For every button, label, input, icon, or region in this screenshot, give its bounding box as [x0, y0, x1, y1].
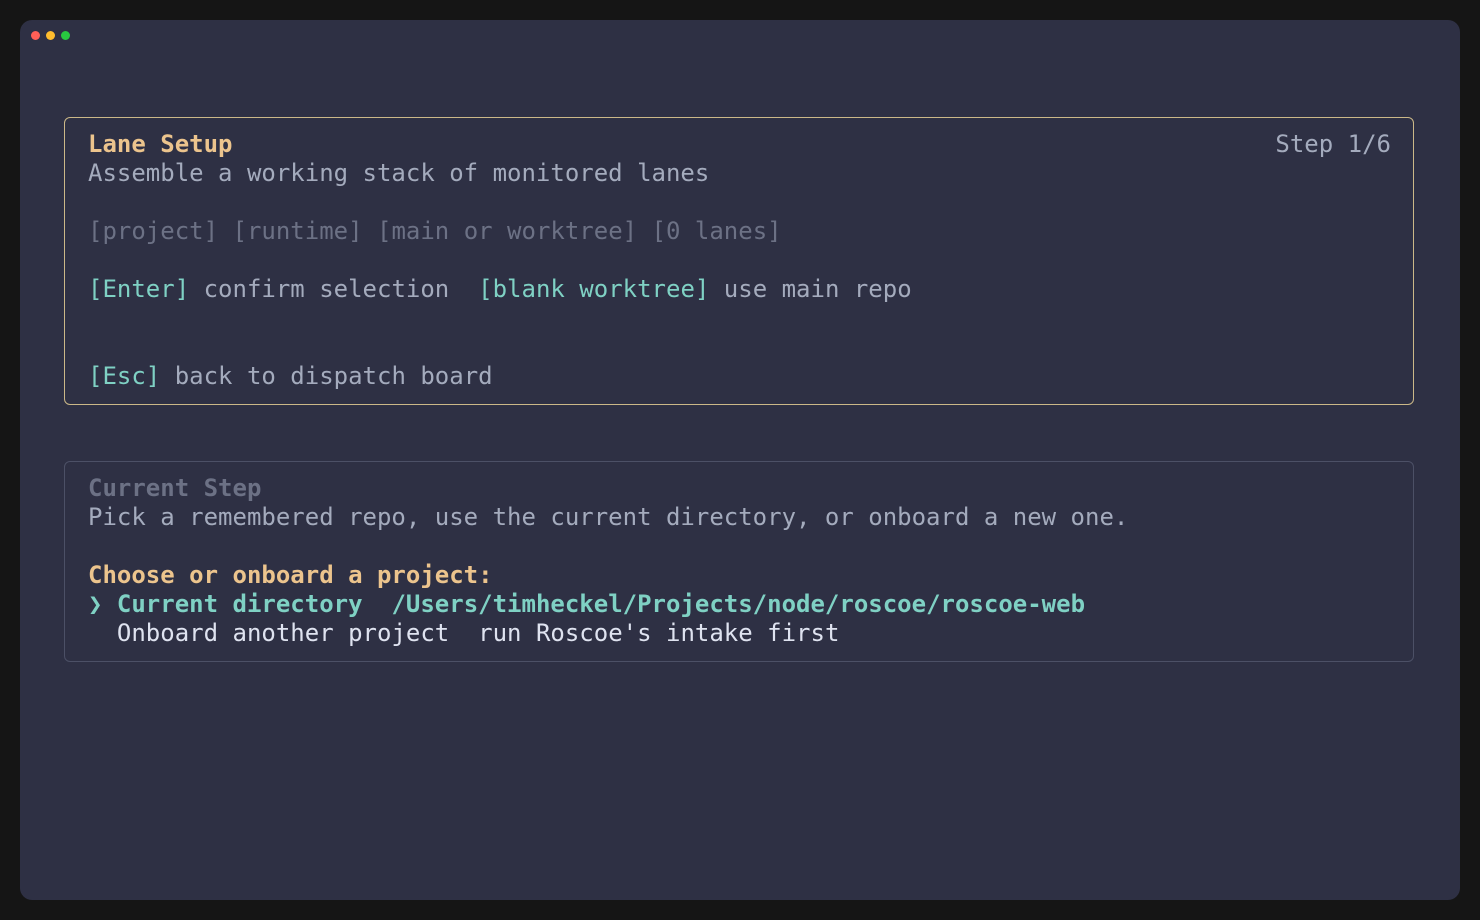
option-label: Current directory	[116, 590, 363, 618]
setup-tags: [project] [runtime] [main or worktree] […	[88, 217, 1389, 246]
esc-key-label: back to dispatch board	[174, 362, 493, 390]
enter-key-hint[interactable]: [Enter]	[88, 275, 189, 303]
current-step-description: Pick a remembered repo, use the current …	[88, 503, 1129, 531]
option-label: Onboard another project	[116, 619, 450, 647]
enter-key-label: confirm selection	[203, 275, 450, 303]
panel-subtitle: Assemble a working stack of monitored la…	[88, 159, 710, 187]
blank-worktree-key-hint[interactable]: [blank worktree]	[478, 275, 709, 303]
current-step-title: Current Step	[88, 474, 262, 502]
selection-chevron-icon: ❯	[88, 590, 103, 618]
option-current-directory[interactable]: ❯ Current directory /Users/timheckel/Pro…	[88, 590, 1389, 619]
panel-title: Lane Setup	[88, 130, 233, 158]
lane-setup-panel: Lane Setup Step 1/6 Assemble a working s…	[64, 117, 1414, 405]
close-window-button[interactable]	[31, 31, 40, 40]
option-onboard-project[interactable]: Onboard another project run Roscoe's int…	[88, 619, 1389, 648]
shortcut-hints: [Enter] confirm selection [blank worktre…	[88, 275, 1389, 304]
tag-worktree: [main or worktree]	[377, 217, 638, 245]
current-step-panel: Current Step Pick a remembered repo, use…	[64, 461, 1414, 662]
tag-runtime: [runtime]	[232, 217, 363, 245]
window-controls	[31, 31, 70, 40]
step-indicator: Step 1/6	[1275, 130, 1391, 158]
option-detail: /Users/timheckel/Projects/node/roscoe/ro…	[391, 590, 1086, 618]
zoom-window-button[interactable]	[61, 31, 70, 40]
blank-worktree-label: use main repo	[723, 275, 912, 303]
option-detail: run Roscoe's intake first	[478, 619, 840, 647]
option-marker	[88, 619, 102, 647]
tag-project: [project]	[88, 217, 219, 245]
tag-lanes: [0 lanes]	[651, 217, 782, 245]
terminal-window: Lane Setup Step 1/6 Assemble a working s…	[20, 20, 1460, 900]
esc-key-hint[interactable]: [Esc]	[88, 362, 160, 390]
minimize-window-button[interactable]	[46, 31, 55, 40]
project-prompt: Choose or onboard a project:	[88, 561, 493, 589]
back-hint: [Esc] back to dispatch board	[88, 362, 1389, 391]
